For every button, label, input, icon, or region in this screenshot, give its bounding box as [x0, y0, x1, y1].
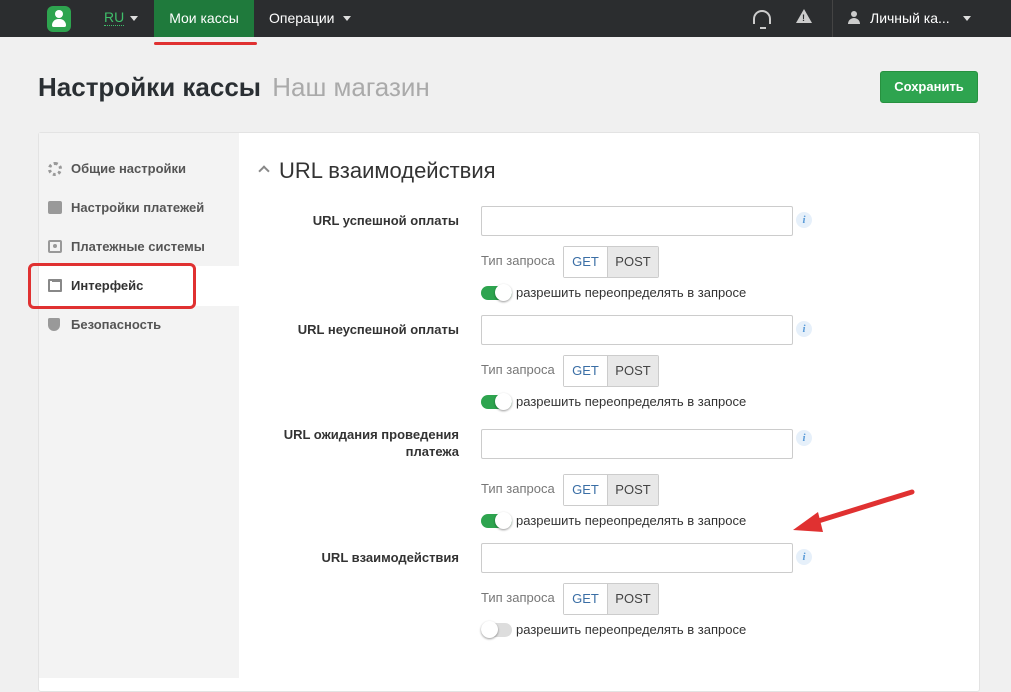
annotation-arrow: [793, 489, 915, 532]
